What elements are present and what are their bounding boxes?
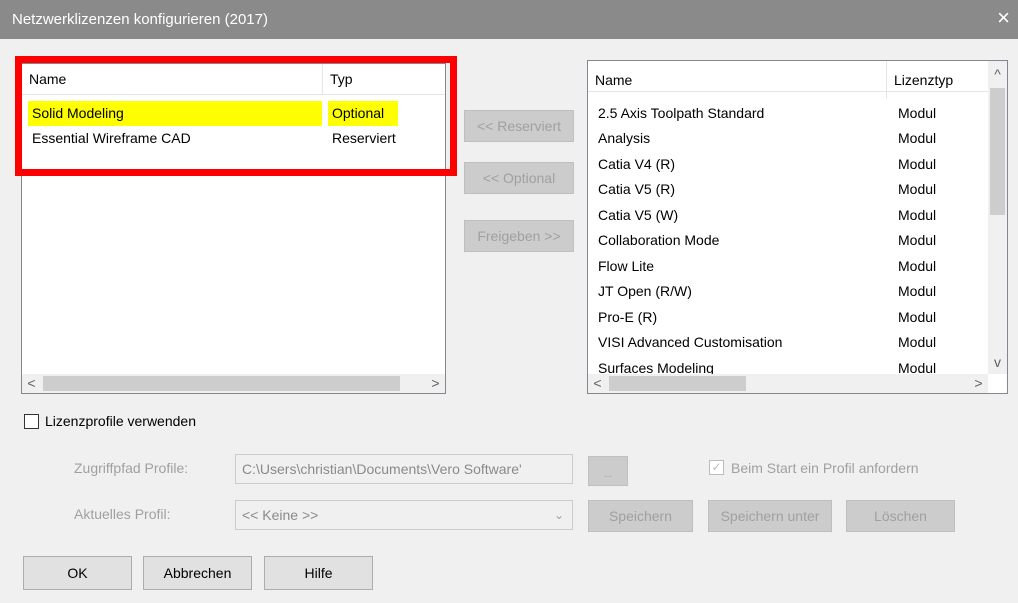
current-profile-label: Aktuelles Profil: — [74, 506, 171, 522]
scrollbar-thumb[interactable] — [43, 376, 400, 391]
license-type: Reserviert — [332, 130, 396, 146]
delete-button[interactable]: Löschen — [846, 500, 955, 532]
current-profile-dropdown[interactable]: << Keine >> ⌄ — [235, 500, 573, 530]
license-type: Modul — [898, 258, 937, 274]
help-button[interactable]: Hilfe — [264, 556, 373, 590]
scroll-down-icon[interactable]: v — [988, 353, 1007, 372]
license-type: Modul — [898, 130, 937, 146]
license-name: JT Open (R/W) — [598, 283, 692, 299]
license-name: Collaboration Mode — [598, 232, 720, 248]
license-name: Catia V5 (W) — [598, 207, 679, 223]
cancel-button[interactable]: Abbrechen — [143, 556, 252, 590]
license-name: Catia V5 (R) — [598, 181, 676, 197]
column-header-name[interactable]: Name — [22, 64, 323, 94]
license-type: Modul — [898, 334, 937, 350]
save-as-button[interactable]: Speichern unter — [708, 500, 832, 532]
horizontal-scrollbar[interactable]: < > — [588, 374, 988, 393]
access-path-label: Zugriffpfad Profile: — [74, 460, 189, 476]
ok-button[interactable]: OK — [23, 556, 132, 590]
list-header: Name Typ — [22, 64, 445, 95]
request-profile-label: Beim Start ein Profil anfordern — [731, 460, 919, 476]
optional-button[interactable]: << Optional — [464, 162, 574, 194]
scroll-left-icon[interactable]: < — [22, 374, 41, 393]
title-bar: Netzwerklizenzen konfigurieren (2017) × — [0, 0, 1018, 39]
license-type: Modul — [898, 156, 937, 172]
license-type: Optional — [328, 101, 398, 126]
access-path-field[interactable]: C:\Users\christian\Documents\Vero Softwa… — [235, 454, 573, 484]
use-profiles-label: Lizenzprofile verwenden — [45, 413, 196, 429]
browse-button[interactable]: ... — [588, 456, 628, 486]
release-button[interactable]: Freigeben >> — [464, 220, 574, 252]
column-header-name[interactable]: Name — [588, 61, 887, 99]
license-type: Modul — [898, 207, 937, 223]
window-title: Netzwerklizenzen konfigurieren (2017) — [12, 11, 268, 28]
license-name: Flow Lite — [598, 258, 655, 274]
list-header: Name Lizenztyp — [588, 61, 988, 99]
license-name: Pro-E (R) — [598, 309, 658, 325]
column-header-license-type[interactable]: Lizenztyp — [887, 61, 971, 99]
scrollbar-thumb[interactable] — [609, 376, 746, 391]
license-type: Modul — [898, 309, 937, 325]
license-name: Essential Wireframe CAD — [32, 130, 191, 146]
scroll-right-icon[interactable]: > — [426, 374, 445, 393]
license-name: Analysis — [598, 130, 651, 146]
license-name: Solid Modeling — [28, 101, 322, 126]
chevron-down-icon[interactable]: ⌄ — [554, 501, 564, 529]
available-licenses-list[interactable]: Name Lizenztyp 2.5 Axis Toolpath Standar… — [587, 60, 1008, 394]
scrollbar-thumb[interactable] — [990, 88, 1005, 215]
license-type: Modul — [898, 360, 937, 374]
license-name: Catia V4 (R) — [598, 156, 676, 172]
license-name: 2.5 Axis Toolpath Standard — [598, 105, 765, 121]
use-profiles-checkbox[interactable] — [24, 414, 39, 429]
license-name: VISI Advanced Customisation — [598, 334, 783, 350]
assigned-licenses-list[interactable]: Name Typ Solid Modeling Optional Essenti… — [21, 63, 446, 394]
reserve-button[interactable]: << Reserviert — [464, 110, 574, 142]
license-name: Surfaces Modeling — [598, 360, 714, 374]
scroll-right-icon[interactable]: > — [969, 374, 988, 393]
close-icon[interactable]: × — [997, 7, 1010, 29]
column-header-type[interactable]: Typ — [323, 64, 393, 94]
license-type: Modul — [898, 283, 937, 299]
table-row[interactable]: Essential Wireframe CAD Reserviert — [22, 126, 445, 151]
scroll-left-icon[interactable]: < — [588, 374, 607, 393]
vertical-scrollbar[interactable]: ^ v — [988, 61, 1007, 374]
license-type: Modul — [898, 232, 937, 248]
request-profile-checkbox[interactable]: ✓ — [709, 460, 724, 475]
horizontal-scrollbar[interactable]: < > — [22, 374, 445, 393]
table-row[interactable]: Solid Modeling Optional — [22, 101, 445, 126]
current-profile-value: << Keine >> — [242, 507, 319, 523]
save-button[interactable]: Speichern — [588, 500, 693, 532]
license-type: Modul — [898, 105, 937, 121]
scroll-up-icon[interactable]: ^ — [988, 65, 1007, 84]
license-type: Modul — [898, 181, 937, 197]
license-rows: 2.5 Axis Toolpath Standard Modul Analysis… — [588, 101, 988, 374]
